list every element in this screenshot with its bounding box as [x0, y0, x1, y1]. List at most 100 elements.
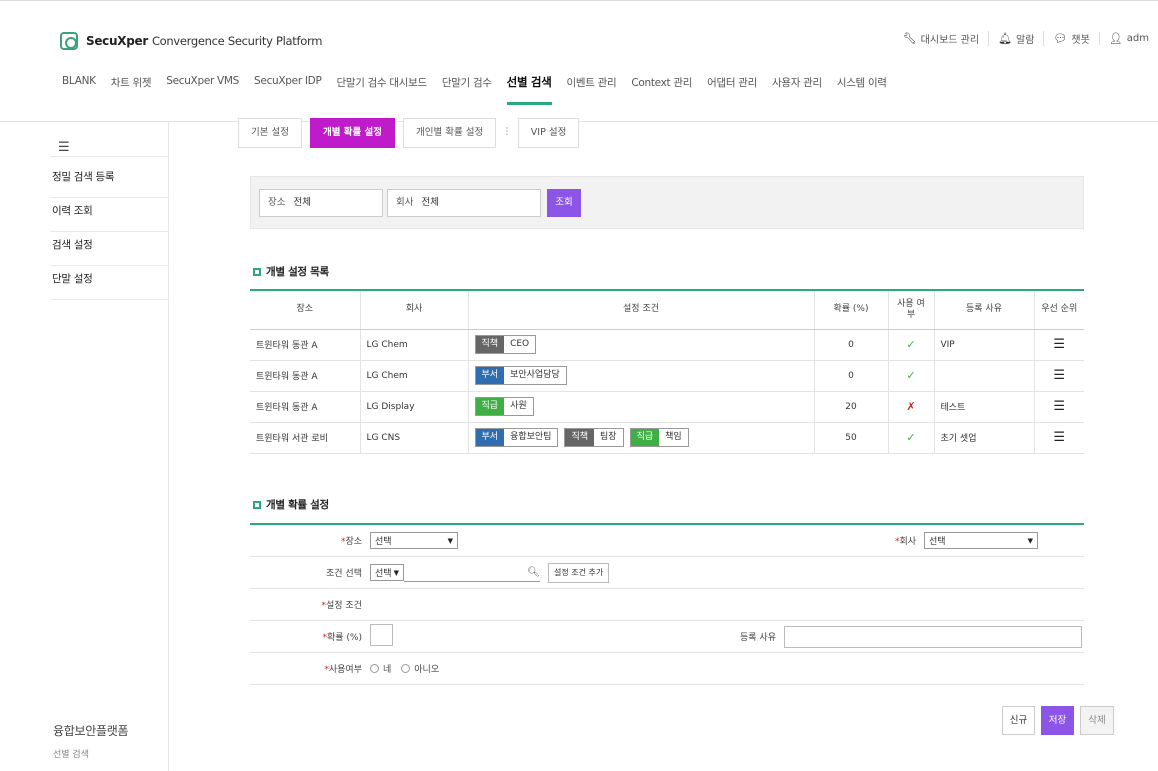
search-icon[interactable]: 🔍︎ [527, 567, 540, 578]
tab-vip-settings[interactable]: VIP 설정 [517, 118, 580, 148]
chevron-down-icon: ▼ [1027, 536, 1033, 545]
cell-probability: 20 [814, 391, 889, 423]
save-button[interactable]: 저장 [1041, 706, 1074, 735]
condition-key: 직책 [475, 336, 505, 353]
use-yes-radio[interactable]: 네 [370, 662, 391, 675]
table-header-cell: 확률 (%) [814, 289, 889, 330]
cell-reason [934, 360, 1035, 392]
sidebar-footer-title: 융합보안플랫폼 [53, 724, 129, 738]
drag-handle-icon[interactable]: ☰ [1053, 399, 1065, 414]
gnb-item[interactable]: 어댑터 관리 [707, 75, 757, 105]
gnb-item[interactable]: 시스템 이력 [837, 75, 887, 105]
prob-label: *확률 (%) [322, 633, 363, 643]
table-row[interactable]: 트윈타워 동관 A LG Chem 부서 보안사업담당 0 ✓ ☰ [250, 360, 1084, 392]
place-select-wrap: 선택 ▼ [370, 532, 680, 549]
condition-key: 직급 [630, 429, 660, 446]
reason-input[interactable] [784, 625, 1082, 648]
check-icon: ✓ [906, 431, 916, 444]
hamburger-menu-icon[interactable]: ☰ [58, 140, 70, 155]
tab-separator-icon: ⋮ [496, 118, 518, 148]
gnb-item[interactable]: 단말기 검수 대시보드 [337, 75, 428, 105]
sidebar-item-precise-search[interactable]: 정밀 검색 등록 [50, 164, 169, 198]
setting-list-table: 장소 회사 설정 조건 확률 (%) 사용 여부 등록 사유 우선 순위 트윈타워 동관 A… [250, 289, 1084, 454]
cell-company: LG Chem [360, 329, 469, 361]
gnb-item[interactable]: 선별 검색 [506, 74, 552, 105]
company-filter-input[interactable]: 회사 전체 [387, 189, 541, 217]
company-select-value: 선택 [929, 537, 946, 547]
cell-reason: VIP [934, 329, 1035, 361]
condition-select-value: 선택 [375, 569, 392, 579]
condition-chip: 직책 CEO [474, 335, 537, 354]
form-row-condition: 조건 선택 선택 ▼ 🔍︎ 설정 조건 추가 [250, 557, 1084, 589]
condition-search-input[interactable]: 🔍︎ [404, 564, 540, 582]
condition-label: 조건 선택 [326, 569, 362, 579]
new-button[interactable]: 신규 [1002, 706, 1035, 735]
cell-probability: 50 [814, 422, 889, 454]
table-row[interactable]: 트윈타워 동관 A LG Display 직급 사원 20 ✗ 테스트 ☰ [250, 391, 1084, 423]
chat-icon: 💬︎ [1053, 32, 1068, 45]
company-label: *회사 [894, 537, 916, 547]
chatbot-link[interactable]: 💬︎ 챗봇 [1043, 31, 1098, 46]
tab-basic-settings[interactable]: 기본 설정 [238, 118, 302, 148]
user-link[interactable]: 👤︎ adm [1098, 32, 1158, 45]
condition-value: 보안사업담당 [504, 367, 566, 384]
gnb-item[interactable]: SecuXper VMS [166, 75, 239, 105]
cell-reason: 테스트 [934, 391, 1035, 423]
place-select-value: 선택 [375, 537, 392, 547]
condition-value: 팀장 [594, 429, 623, 446]
check-icon: ✓ [906, 369, 916, 382]
gnb-item[interactable]: Context 관리 [631, 75, 692, 105]
wrench-icon: 🔧︎ [902, 32, 917, 45]
sidebar-item-device-settings[interactable]: 단말 설정 [50, 266, 169, 300]
gnb-item[interactable]: BLANK [62, 75, 96, 105]
gnb-item[interactable]: SecuXper IDP [254, 75, 322, 105]
table-body: 트윈타워 동관 A LG Chem 직책 CEO 0 ✓ VIP ☰ 트윈타워 동관 A LG C… [250, 329, 1084, 454]
table-header-cell: 우선 순위 [1034, 289, 1084, 330]
dashboard-manage-label: 대시보드 관리 [920, 35, 980, 46]
dashboard-manage-link[interactable]: 🔧︎ 대시보드 관리 [894, 31, 988, 46]
table-row[interactable]: 트윈타워 서관 로비 LG CNS 부서 융합보안팀 직책 팀장 직급 책임 50 ✓ 초기 셋업 ☰ [250, 422, 1084, 454]
condition-value: 책임 [659, 429, 688, 446]
sidebar: ☰ 정밀 검색 등록 이력 조회 검색 설정 단말 설정 융합보안플랫폼 선별 … [0, 122, 169, 771]
form-row-place-company: *장소 선택 ▼ *회사 선택 ▼ [250, 525, 1084, 557]
top-header: SecuXper Convergence Security Platform 🔧… [0, 0, 1158, 122]
user-icon: 👤︎ [1108, 32, 1123, 45]
condition-select[interactable]: 선택 ▼ [370, 564, 404, 581]
drag-handle-icon[interactable]: ☰ [1053, 368, 1065, 383]
gnb-item[interactable]: 단말기 검수 [442, 75, 492, 105]
radio-icon [370, 664, 379, 673]
cell-probability: 0 [814, 360, 889, 392]
cell-use: ✗ [888, 391, 935, 423]
place-select[interactable]: 선택 ▼ [370, 532, 458, 549]
use-no-radio[interactable]: 아니오 [401, 662, 439, 675]
search-button[interactable]: 조회 [547, 189, 581, 217]
company-select[interactable]: 선택 ▼ [924, 532, 1038, 549]
prob-input[interactable] [370, 624, 393, 646]
brand[interactable]: SecuXper Convergence Security Platform [60, 31, 322, 51]
gnb-item[interactable]: 차트 위젯 [111, 75, 152, 105]
sidebar-item-search-settings[interactable]: 검색 설정 [50, 232, 169, 266]
cell-place: 트윈타워 동관 A [250, 391, 361, 423]
tab-personal-prob[interactable]: 개인별 확률 설정 [403, 118, 497, 148]
tab-individual-prob[interactable]: 개별 확률 설정 [309, 118, 396, 148]
cell-priority: ☰ [1034, 329, 1084, 361]
gnb-item[interactable]: 이벤트 관리 [567, 75, 617, 105]
delete-button[interactable]: 삭제 [1080, 706, 1114, 735]
table-row[interactable]: 트윈타워 동관 A LG Chem 직책 CEO 0 ✓ VIP ☰ [250, 329, 1084, 361]
chevron-down-icon: ▼ [447, 536, 453, 545]
drag-handle-icon[interactable]: ☰ [1053, 430, 1065, 445]
sidebar-item-history[interactable]: 이력 조회 [50, 198, 169, 232]
table-header-cell: 장소 [250, 289, 361, 330]
prob-setting-form: *장소 선택 ▼ *회사 선택 ▼ 조건 선택 선택 ▼ 🔍︎ 설정 조건 추가 *설… [250, 523, 1084, 685]
place-filter-label: 장소 [268, 197, 286, 208]
gnb-item[interactable]: 사용자 관리 [772, 75, 822, 105]
place-filter-input[interactable]: 장소 전체 [259, 189, 383, 217]
cell-company: LG Display [360, 391, 469, 423]
brand-logo-icon [60, 32, 78, 50]
sidebar-footer-sub: 선별 검색 [53, 750, 89, 760]
drag-handle-icon[interactable]: ☰ [1053, 337, 1065, 352]
bell-icon: 🔔︎ [998, 32, 1013, 45]
add-condition-button[interactable]: 설정 조건 추가 [548, 562, 610, 583]
alarm-link[interactable]: 🔔︎ 알람 [988, 31, 1043, 46]
cell-conditions: 부서 융합보안팀 직책 팀장 직급 책임 [468, 422, 815, 454]
